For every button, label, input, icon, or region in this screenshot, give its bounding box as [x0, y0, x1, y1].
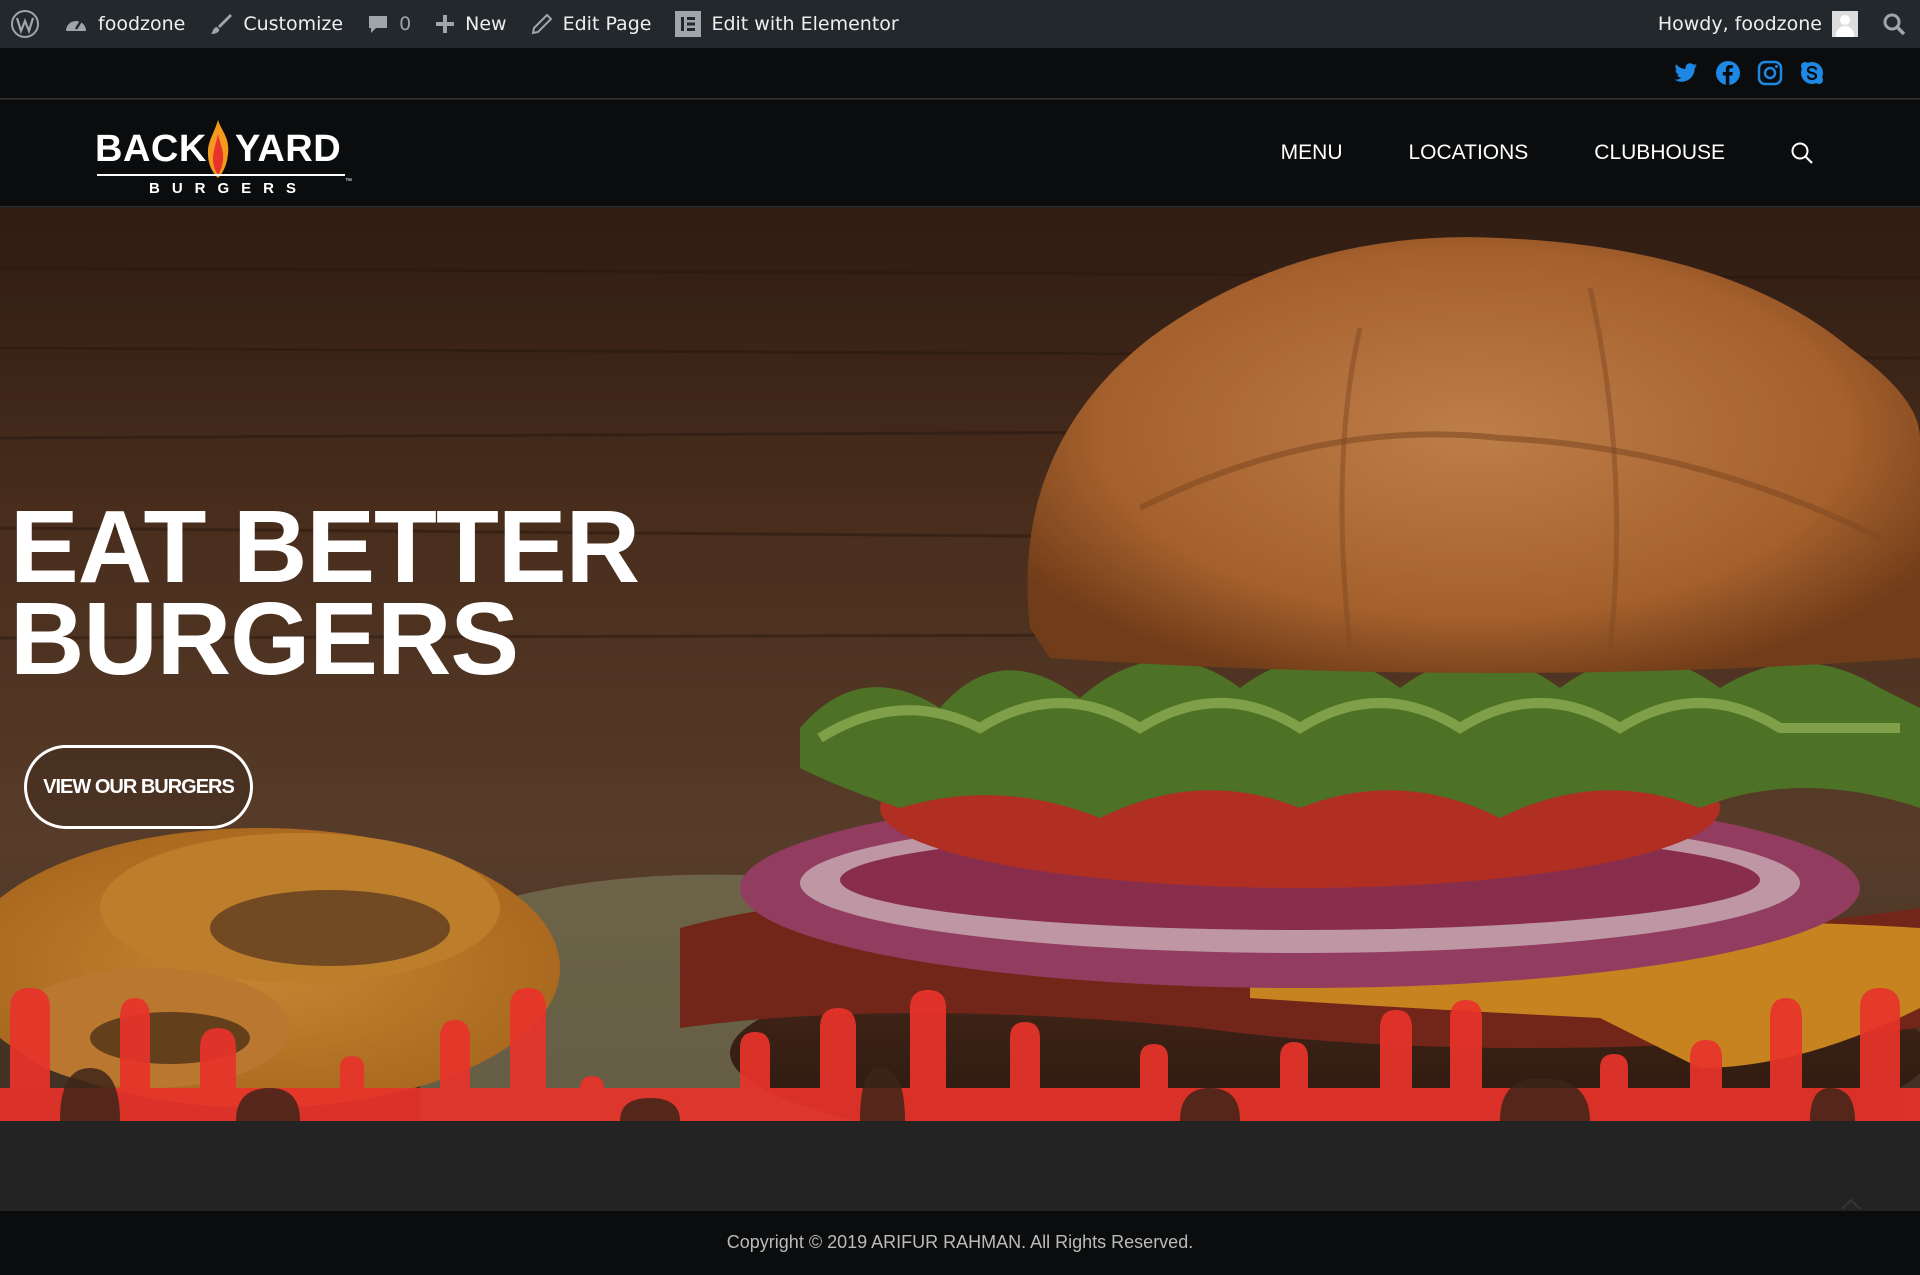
logo-trademark: ™	[345, 178, 352, 185]
site-logo[interactable]: BACK YARD BURGERS ™	[95, 112, 352, 197]
comment-icon	[369, 16, 388, 33]
flame-icon	[207, 120, 229, 178]
content-band	[0, 1121, 1920, 1211]
logo-word-back: BACK	[95, 128, 207, 170]
pencil-icon	[531, 13, 553, 35]
search-icon	[1883, 13, 1906, 36]
dashboard-icon	[66, 20, 86, 31]
account-menu[interactable]: Howdy, foodzone	[1646, 0, 1870, 48]
instagram-icon[interactable]	[1757, 60, 1783, 86]
logo-word-yard: YARD	[235, 128, 342, 170]
nav-item-clubhouse[interactable]: CLUBHOUSE	[1594, 141, 1725, 165]
social-bar	[0, 48, 1920, 99]
site-header: BACK YARD BURGERS ™ MENU LOCATIONS CLUBH…	[0, 100, 1920, 207]
plus-icon	[436, 15, 455, 33]
comments-count: 0	[399, 13, 412, 35]
howdy-label: Howdy, foodzone	[1657, 13, 1822, 35]
main-navigation: MENU LOCATIONS CLUBHOUSE	[1281, 100, 1725, 205]
hero-section: EAT BETTER BURGERS VIEW OUR BURGERS	[0, 208, 1920, 1121]
nav-item-locations[interactable]: LOCATIONS	[1409, 141, 1529, 165]
edit-elementor-label: Edit with Elementor	[711, 13, 899, 35]
new-label: New	[465, 13, 507, 35]
facebook-icon[interactable]	[1715, 60, 1741, 86]
admin-search-button[interactable]	[1870, 0, 1920, 48]
comments-button[interactable]: 0	[355, 0, 423, 48]
twitter-icon[interactable]	[1673, 60, 1699, 86]
customize-label: Customize	[243, 13, 344, 35]
chevron-up-icon[interactable]	[1840, 1197, 1862, 1211]
elementor-icon	[675, 11, 702, 37]
wordpress-icon	[11, 10, 39, 38]
site-name-button[interactable]: foodzone	[52, 0, 197, 48]
search-icon[interactable]	[1789, 140, 1815, 166]
hero-title-line-1: EAT BETTER	[10, 489, 640, 604]
hero-title-line-2: BURGERS	[10, 581, 519, 696]
copyright-text: Copyright © 2019 ARIFUR RAHMAN. All Righ…	[726, 1232, 1194, 1252]
edit-page-label: Edit Page	[562, 13, 652, 35]
edit-elementor-button[interactable]: Edit with Elementor	[663, 0, 910, 48]
logo-subtitle: BURGERS	[148, 180, 308, 197]
avatar	[1832, 11, 1858, 37]
view-burgers-button[interactable]: VIEW OUR BURGERS	[24, 745, 253, 829]
hero-title: EAT BETTER BURGERS	[10, 489, 640, 696]
new-content-button[interactable]: New	[423, 0, 518, 48]
admin-bar: foodzone Customize 0 New Edit Page Edit …	[0, 0, 1920, 48]
nav-item-menu[interactable]: MENU	[1281, 141, 1343, 165]
site-name-label: foodzone	[98, 13, 186, 35]
paintbrush-icon	[211, 14, 233, 34]
logo-rule	[97, 174, 345, 176]
skype-icon[interactable]	[1799, 60, 1825, 86]
site-footer: Copyright © 2019 ARIFUR RAHMAN. All Righ…	[0, 1198, 1920, 1275]
edit-page-button[interactable]: Edit Page	[519, 0, 664, 48]
wordpress-logo-button[interactable]	[0, 0, 52, 48]
customize-button[interactable]: Customize	[197, 0, 355, 48]
